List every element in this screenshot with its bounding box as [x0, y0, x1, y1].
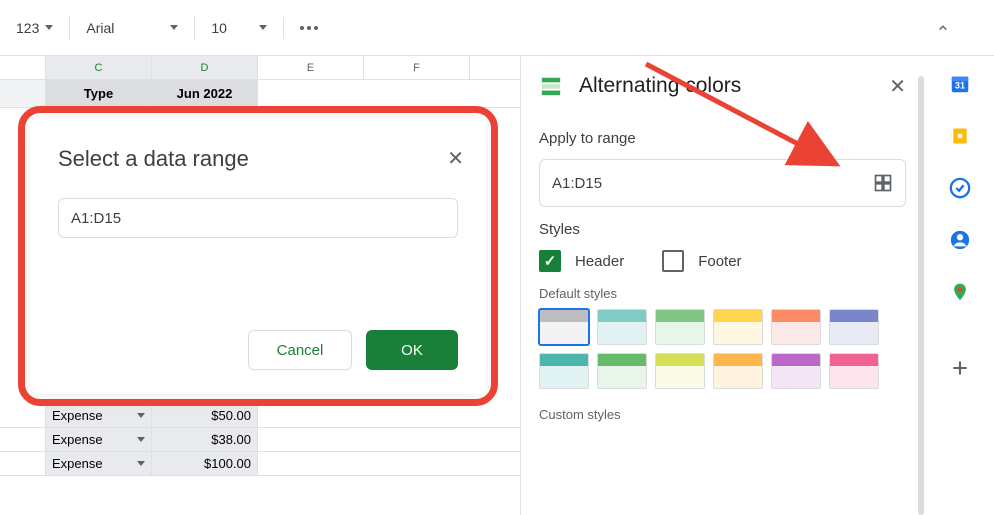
checkbox-icon: [539, 250, 561, 272]
calendar-icon[interactable]: 31: [948, 72, 972, 96]
range-display[interactable]: A1:D15: [539, 159, 906, 207]
toolbar: 123 Arial 10: [0, 0, 994, 56]
style-swatch[interactable]: [597, 309, 647, 345]
amount-cell[interactable]: $50.00: [152, 404, 258, 427]
table-row: Expense $100.00: [0, 452, 520, 476]
collapse-toolbar-button[interactable]: [928, 13, 958, 43]
svg-text:31: 31: [955, 81, 965, 91]
chevron-down-icon: [170, 25, 178, 30]
col-header[interactable]: F: [364, 56, 470, 79]
style-swatch[interactable]: [713, 309, 763, 345]
divider: [69, 17, 70, 39]
fontsize-dropdown[interactable]: 10: [203, 13, 275, 43]
cancel-button[interactable]: Cancel: [248, 330, 352, 370]
type-cell[interactable]: Expense: [46, 452, 152, 475]
footer-checkbox[interactable]: Footer: [662, 250, 741, 272]
keep-icon[interactable]: [948, 124, 972, 148]
alternating-colors-panel: Alternating colors ✕ Apply to range A1:D…: [520, 56, 926, 515]
col-header[interactable]: D: [152, 56, 258, 79]
style-swatch[interactable]: [713, 353, 763, 389]
checkbox-icon: [662, 250, 684, 272]
select-range-dialog: Select a data range ✕ Cancel OK: [30, 118, 486, 394]
style-swatch[interactable]: [539, 309, 589, 345]
divider: [194, 17, 195, 39]
chevron-up-icon: [936, 21, 950, 35]
chevron-down-icon: [259, 25, 267, 30]
style-swatch[interactable]: [829, 309, 879, 345]
dropdown-icon: [137, 413, 145, 418]
header-checkbox[interactable]: Header: [539, 250, 624, 272]
panel-close-button[interactable]: ✕: [889, 74, 906, 99]
font-dropdown[interactable]: Arial: [78, 13, 186, 43]
style-swatch[interactable]: [655, 353, 705, 389]
amount-cell[interactable]: $38.00: [152, 428, 258, 451]
column-headers: C D E F: [0, 56, 520, 80]
grid-icon[interactable]: [873, 173, 893, 193]
style-swatch[interactable]: [829, 353, 879, 389]
default-styles-label: Default styles: [539, 286, 906, 301]
col-header[interactable]: E: [258, 56, 364, 79]
range-input[interactable]: [58, 198, 458, 238]
style-swatch[interactable]: [539, 353, 589, 389]
contacts-icon[interactable]: [948, 228, 972, 252]
custom-styles-label: Custom styles: [539, 407, 906, 422]
dialog-title: Select a data range: [58, 146, 458, 172]
maps-icon[interactable]: [948, 280, 972, 304]
number-format-dropdown[interactable]: 123: [8, 13, 61, 43]
scrollbar[interactable]: [918, 76, 924, 515]
dialog-close-button[interactable]: ✕: [447, 146, 464, 171]
header-row: Type Jun 2022: [0, 80, 520, 108]
addons-button[interactable]: [948, 356, 972, 380]
table-row: Expense $50.00: [0, 404, 520, 428]
apply-range-label: Apply to range: [539, 130, 906, 147]
dropdown-icon: [137, 437, 145, 442]
ok-button[interactable]: OK: [366, 330, 458, 370]
dropdown-icon: [137, 461, 145, 466]
more-tools-button[interactable]: [292, 13, 326, 43]
default-styles-swatches: [539, 309, 906, 389]
style-swatch[interactable]: [771, 353, 821, 389]
more-icon: [300, 26, 318, 30]
table-row: Expense $38.00: [0, 428, 520, 452]
type-cell[interactable]: Expense: [46, 404, 152, 427]
chevron-down-icon: [45, 25, 53, 30]
alternating-colors-icon: [539, 74, 563, 98]
panel-title: Alternating colors: [579, 74, 873, 98]
spreadsheet-area[interactable]: C D E F Type Jun 2022 Expense $50.00 Exp…: [0, 56, 520, 515]
col-header[interactable]: C: [46, 56, 152, 79]
divider: [283, 17, 284, 39]
side-rail: 31: [926, 56, 994, 515]
type-cell[interactable]: Expense: [46, 428, 152, 451]
header-cell[interactable]: Jun 2022: [152, 80, 258, 107]
amount-cell[interactable]: $100.00: [152, 452, 258, 475]
style-swatch[interactable]: [655, 309, 705, 345]
styles-label: Styles: [539, 221, 906, 238]
header-cell[interactable]: Type: [46, 80, 152, 107]
range-value: A1:D15: [552, 175, 873, 192]
style-swatch[interactable]: [771, 309, 821, 345]
style-swatch[interactable]: [597, 353, 647, 389]
tasks-icon[interactable]: [948, 176, 972, 200]
